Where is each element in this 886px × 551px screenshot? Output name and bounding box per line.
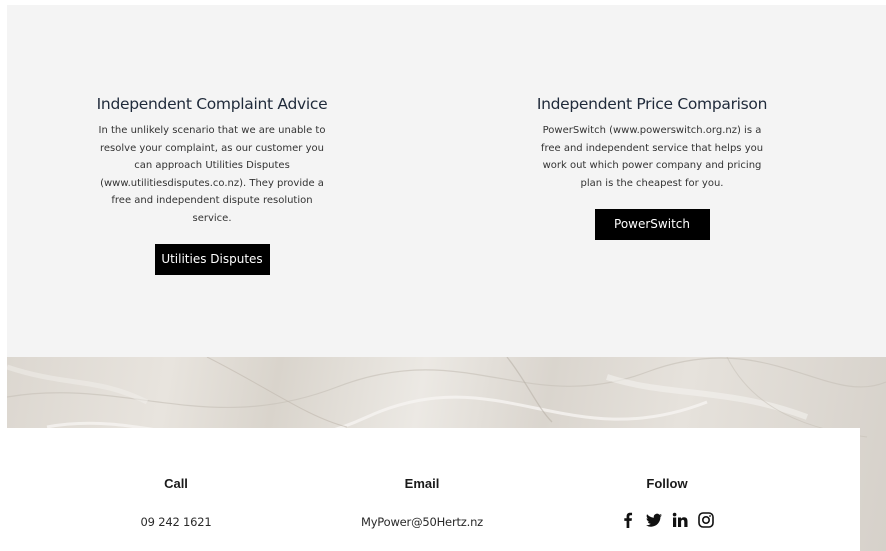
price-comparison-text: PowerSwitch (www.powerswitch.org.nz) is … (540, 125, 764, 189)
footer: Call 09 242 1621 Email MyPower@50Hertz.n… (7, 428, 860, 551)
utilities-disputes-button[interactable]: Utilities Disputes (154, 244, 270, 275)
twitter-icon[interactable] (646, 512, 662, 528)
price-comparison-title: Independent Price Comparison (536, 95, 768, 113)
linkedin-icon[interactable] (672, 512, 688, 528)
email-heading: Email (404, 476, 440, 491)
social-links (567, 512, 767, 528)
complaint-advice-text: In the unlikely scenario that we are una… (98, 125, 326, 224)
phone-number[interactable]: 09 242 1621 (76, 515, 276, 529)
email-address[interactable]: MyPower@50Hertz.nz (322, 515, 522, 529)
complaint-advice-title: Independent Complaint Advice (96, 95, 328, 113)
follow-heading: Follow (646, 476, 688, 491)
price-comparison-block: Independent Price Comparison PowerSwitch… (527, 95, 777, 240)
complaint-advice-block: Independent Complaint Advice In the unli… (87, 95, 337, 275)
info-section: Independent Complaint Advice In the unli… (7, 5, 886, 357)
instagram-icon[interactable] (698, 512, 714, 528)
page: Independent Complaint Advice In the unli… (0, 0, 886, 551)
call-heading: Call (164, 476, 188, 491)
powerswitch-button[interactable]: PowerSwitch (594, 209, 710, 240)
facebook-icon[interactable] (620, 512, 636, 528)
